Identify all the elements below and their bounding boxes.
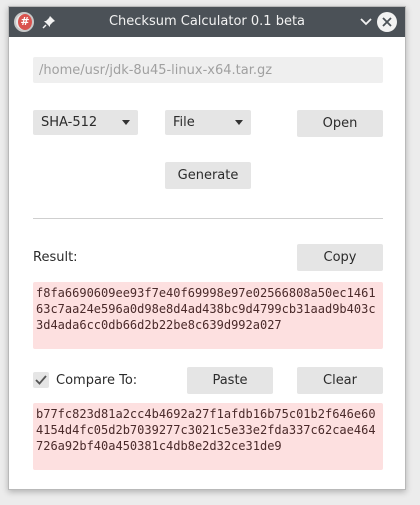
dropdown-arrow-icon (122, 120, 130, 125)
window-title: Checksum Calculator 0.1 beta (108, 14, 306, 29)
source-select-value: File (173, 115, 195, 130)
compare-label[interactable]: Compare To: (56, 373, 137, 388)
copy-button[interactable]: Copy (297, 244, 383, 271)
close-icon (382, 17, 392, 27)
paste-button[interactable]: Paste (187, 367, 273, 394)
generate-button[interactable]: Generate (165, 162, 251, 189)
algorithm-select[interactable]: SHA-512 (33, 110, 138, 135)
compare-checkbox[interactable] (33, 372, 49, 388)
section-divider (33, 218, 383, 219)
title-bar[interactable]: Checksum Calculator 0.1 beta (9, 7, 405, 37)
dropdown-arrow-icon (235, 120, 243, 125)
chevron-down-icon[interactable] (359, 16, 373, 28)
checkmark-icon (35, 375, 47, 385)
close-button[interactable] (377, 12, 397, 32)
app-window: Checksum Calculator 0.1 beta SHA-512 Fil… (8, 6, 406, 490)
source-select[interactable]: File (165, 110, 251, 135)
algorithm-select-value: SHA-512 (41, 115, 98, 130)
open-button[interactable]: Open (297, 110, 383, 137)
result-hash-field[interactable]: f8fa6690609ee93f7e40f69998e97e02566808a5… (33, 282, 383, 349)
result-label: Result: (33, 250, 78, 265)
clear-button[interactable]: Clear (297, 367, 383, 394)
file-path-input[interactable] (33, 57, 383, 83)
compare-hash-field[interactable]: b77fc823d81a2cc4b4692a27f1afdb16b75c01b2… (33, 403, 383, 470)
